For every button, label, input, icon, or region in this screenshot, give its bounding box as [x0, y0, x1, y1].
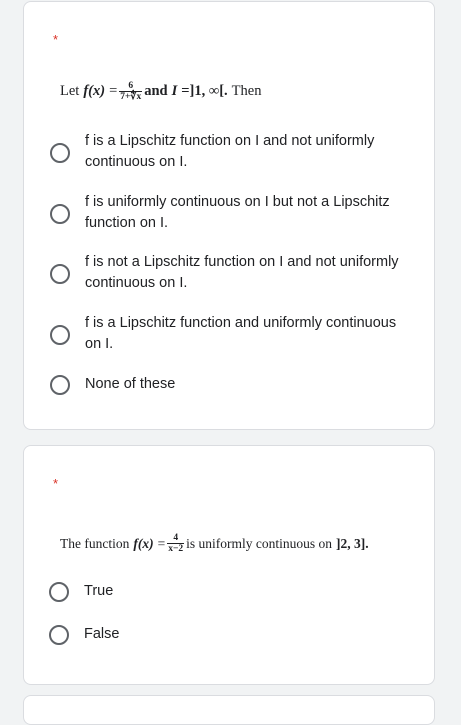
fraction: 6 7+∜x: [119, 81, 143, 102]
fraction-denominator: 7+∜x: [120, 92, 142, 102]
radio-button-icon[interactable]: [50, 375, 70, 395]
required-asterisk: *: [53, 32, 59, 47]
question-card-2: * The function f(x) = 4 x−2 is uniformly…: [23, 445, 435, 685]
question-word-let: Let: [60, 83, 80, 99]
function-name: f(x): [133, 535, 154, 551]
radio-button-icon[interactable]: [50, 264, 70, 284]
option-label: f is a Lipschitz function on I and not u…: [85, 133, 375, 170]
radio-button-icon[interactable]: [50, 325, 70, 345]
question-rest: is uniformly continuous on: [186, 535, 333, 551]
fraction-denominator: x−2: [168, 544, 184, 554]
question-word-then: Then: [231, 83, 262, 99]
equals-sign: =: [109, 83, 118, 99]
option-label: f is a Lipschitz function and uniformly …: [85, 315, 397, 352]
fraction-numerator: 6: [128, 81, 134, 91]
question-card-1: * Let f(x) = 6 7+∜x and I =]1, ∞[. Then …: [23, 1, 435, 430]
fraction-numerator: 4: [173, 533, 179, 543]
fraction: 4 x−2: [167, 533, 185, 554]
equals-sign: =: [157, 535, 166, 551]
question-text: Let f(x) = 6 7+∜x and I =]1, ∞[. Then: [60, 81, 261, 102]
radio-button-icon[interactable]: [49, 625, 69, 645]
option-label: True: [84, 583, 114, 599]
question-intro: The function: [60, 535, 130, 551]
interval-name: I: [171, 83, 178, 99]
function-name: f(x): [83, 83, 106, 99]
radio-button-icon[interactable]: [50, 204, 70, 224]
required-asterisk: *: [53, 476, 59, 491]
radio-button-icon[interactable]: [50, 143, 70, 163]
option-label: None of these: [85, 376, 176, 392]
question-text: The function f(x) = 4 x−2 is uniformly c…: [60, 533, 369, 554]
interval-value: ]2, 3].: [336, 535, 369, 551]
option-label: f is not a Lipschitz function on I and n…: [85, 254, 399, 291]
question-word-and: and: [144, 83, 168, 99]
option-label: False: [84, 626, 120, 642]
interval-value: =]1, ∞[.: [181, 83, 228, 99]
option-label: f is uniformly continuous on I but not a…: [85, 194, 390, 231]
radio-button-icon[interactable]: [49, 582, 69, 602]
